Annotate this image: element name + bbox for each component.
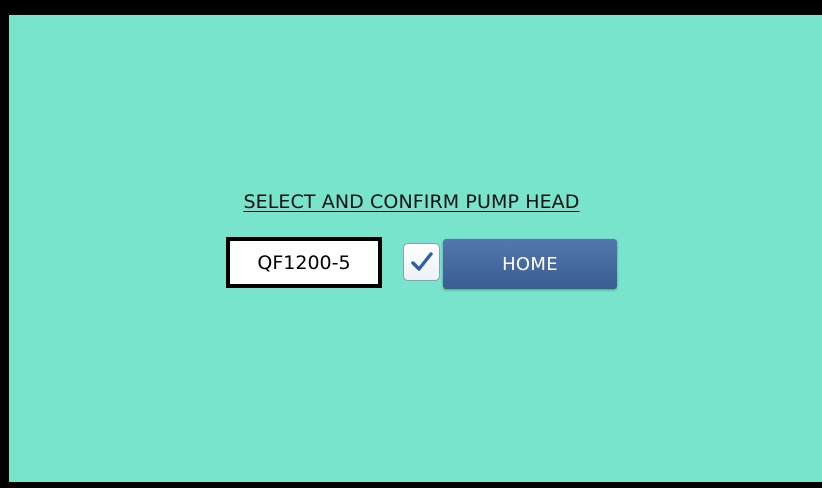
home-button[interactable]: HOME [443,239,617,289]
pump-head-screen: SELECT AND CONFIRM PUMP HEAD QF1200-5 HO… [9,15,822,482]
device-frame: SELECT AND CONFIRM PUMP HEAD QF1200-5 HO… [0,0,822,488]
checkmark-icon [410,252,433,271]
page-title: SELECT AND CONFIRM PUMP HEAD [243,191,580,213]
pump-head-field[interactable]: QF1200-5 [226,237,382,288]
confirm-checkbox[interactable] [403,243,440,281]
